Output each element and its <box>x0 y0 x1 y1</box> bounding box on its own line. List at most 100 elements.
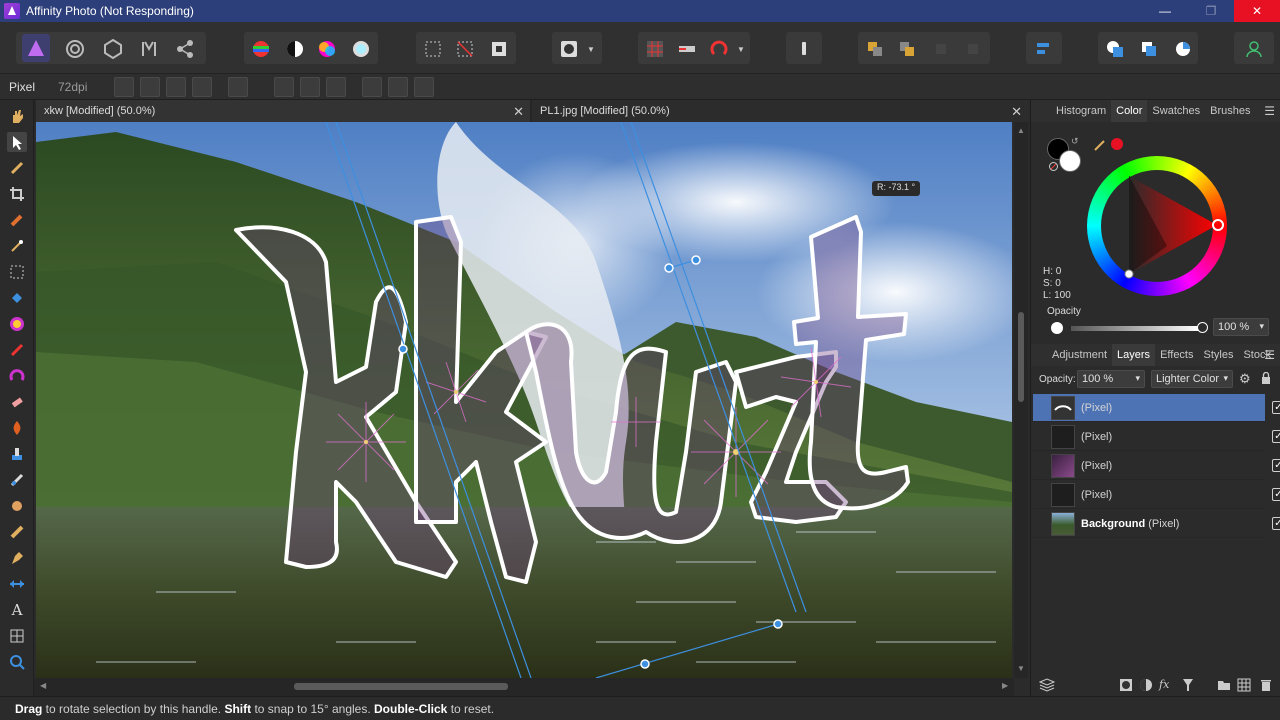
layers-stack-icon[interactable] <box>1038 678 1056 692</box>
scroll-thumb[interactable] <box>1018 312 1024 402</box>
add-boolean-icon[interactable] <box>1104 38 1126 60</box>
gradient-tool-icon[interactable] <box>7 314 27 334</box>
tab-color[interactable]: Color <box>1111 100 1148 122</box>
text-tool-icon[interactable]: A <box>7 600 27 620</box>
tab-effects[interactable]: Effects <box>1155 344 1198 366</box>
align-center-button[interactable] <box>300 77 320 97</box>
align-middle-button[interactable] <box>388 77 408 97</box>
scroll-left-arrow-icon[interactable]: ◀ <box>40 681 46 690</box>
assistant-icon[interactable] <box>793 38 815 60</box>
document-canvas[interactable]: R: -73.1 ° <box>36 122 1012 678</box>
user-account-icon[interactable] <box>1243 38 1265 60</box>
lock-icon[interactable] <box>1261 371 1271 387</box>
doc-tab-pl1[interactable]: PL1.jpg [Modified] (50.0%) ✕ <box>532 100 1028 122</box>
adjustment-icon[interactable] <box>1139 678 1153 692</box>
layer-row[interactable]: (Pixel) ✓ <box>1033 423 1280 451</box>
blend-mode-select[interactable]: Lighter Color ▾ <box>1151 370 1233 388</box>
eyedropper-icon[interactable] <box>1093 138 1107 155</box>
selection-handle[interactable] <box>773 619 783 629</box>
auto-white-balance-icon[interactable] <box>350 38 372 60</box>
opacity-field[interactable]: 100 % ▾ <box>1213 318 1269 336</box>
no-color-icon[interactable] <box>1049 162 1058 171</box>
doc-tab-xkw[interactable]: xkw [Modified] (50.0%) ✕ <box>36 100 530 122</box>
dodge-burn-tool-icon[interactable] <box>7 418 27 438</box>
scroll-up-arrow-icon[interactable]: ▲ <box>1017 126 1025 135</box>
layer-visibility-checkbox[interactable]: ✓ <box>1272 401 1280 414</box>
color-wheel[interactable] <box>1087 156 1227 296</box>
layer-visibility-checkbox[interactable]: ✓ <box>1272 488 1280 501</box>
maximize-button[interactable]: ❐ <box>1188 0 1234 22</box>
delete-layer-trash-icon[interactable] <box>1259 678 1273 692</box>
layer-visibility-checkbox[interactable]: ✓ <box>1272 459 1280 472</box>
subtract-boolean-icon[interactable] <box>1138 38 1160 60</box>
scroll-thumb[interactable] <box>294 683 508 690</box>
node-tool-icon[interactable] <box>7 574 27 594</box>
mesh-warp-tool-icon[interactable] <box>7 626 27 646</box>
transform-origin-button[interactable] <box>114 77 134 97</box>
quick-mask-icon[interactable] <box>558 38 580 60</box>
effects-fx-icon[interactable]: fx <box>1159 678 1173 692</box>
snapping-dropdown-icon[interactable]: ▼ <box>734 38 748 60</box>
layer-row[interactable]: (Pixel) ✓ <box>1033 452 1280 480</box>
live-filter-icon[interactable] <box>1181 678 1195 692</box>
panel-menu-icon[interactable]: ☰ <box>1264 104 1275 118</box>
tab-swatches[interactable]: Swatches <box>1147 100 1205 122</box>
develop-persona-icon[interactable] <box>102 38 124 60</box>
move-to-back-icon[interactable] <box>864 38 886 60</box>
snapping-icon[interactable] <box>708 38 730 60</box>
copy-transform-button[interactable] <box>192 77 212 97</box>
bounding-box-button[interactable] <box>228 77 248 97</box>
horizontal-scrollbar[interactable]: ◀ ▶ <box>34 678 1014 696</box>
color-picker-tool-icon[interactable] <box>7 158 27 178</box>
move-to-front-icon[interactable] <box>962 38 984 60</box>
auto-contrast-icon[interactable] <box>284 38 306 60</box>
close-tab-icon[interactable]: ✕ <box>1011 104 1022 120</box>
rotation-handle[interactable] <box>691 255 701 265</box>
vertical-scrollbar[interactable]: ▲ ▼ <box>1014 122 1028 678</box>
layer-opacity-field[interactable]: 100 % ▾ <box>1077 370 1145 388</box>
select-all-icon[interactable] <box>422 38 444 60</box>
deselect-icon[interactable] <box>454 38 476 60</box>
tone-mapping-persona-icon[interactable] <box>138 38 160 60</box>
crop-tool-icon[interactable] <box>7 184 27 204</box>
view-tool-icon[interactable] <box>7 106 27 126</box>
color-replacement-tool-icon[interactable] <box>7 366 27 386</box>
export-persona-icon[interactable] <box>174 38 196 60</box>
swap-colors-icon[interactable]: ↺ <box>1071 136 1079 147</box>
move-back-one-icon[interactable] <box>896 38 918 60</box>
move-forward-one-icon[interactable] <box>930 38 952 60</box>
add-pixel-layer-icon[interactable] <box>1237 678 1251 692</box>
erase-brush-tool-icon[interactable] <box>7 392 27 412</box>
auto-levels-icon[interactable] <box>250 38 272 60</box>
flood-fill-tool-icon[interactable] <box>7 288 27 308</box>
layer-visibility-checkbox[interactable]: ✓ <box>1272 430 1280 443</box>
tab-histogram[interactable]: Histogram <box>1051 100 1111 122</box>
tab-layers[interactable]: Layers <box>1112 344 1156 366</box>
invert-selection-icon[interactable] <box>488 38 510 60</box>
zoom-tool-icon[interactable] <box>7 652 27 672</box>
add-mask-icon[interactable] <box>1119 678 1133 692</box>
align-top-button[interactable] <box>362 77 382 97</box>
minimize-button[interactable]: — <box>1142 0 1188 22</box>
healing-brush-tool-icon[interactable] <box>7 470 27 490</box>
intersect-boolean-icon[interactable] <box>1172 38 1194 60</box>
layer-row[interactable]: (Pixel) ✓ <box>1033 394 1280 422</box>
quick-mask-dropdown-icon[interactable]: ▼ <box>584 38 598 60</box>
align-left-button[interactable] <box>274 77 294 97</box>
clone-brush-tool-icon[interactable] <box>7 444 27 464</box>
tab-brushes[interactable]: Brushes <box>1205 100 1255 122</box>
align-right-button[interactable] <box>326 77 346 97</box>
close-tab-icon[interactable]: ✕ <box>513 104 524 120</box>
tab-adjustment[interactable]: Adjustment <box>1047 344 1112 366</box>
layer-visibility-checkbox[interactable]: ✓ <box>1272 517 1280 530</box>
gear-icon[interactable]: ⚙ <box>1239 371 1251 387</box>
selection-handle[interactable] <box>398 344 408 354</box>
panel-menu-icon[interactable]: ☰ <box>1264 348 1275 362</box>
flood-select-tool-icon[interactable] <box>7 236 27 256</box>
transform-objects-button[interactable] <box>166 77 186 97</box>
color-triangle[interactable] <box>1087 156 1227 296</box>
close-button[interactable]: ✕ <box>1234 0 1280 22</box>
marquee-tool-icon[interactable] <box>7 262 27 282</box>
alignment-guides-icon[interactable] <box>676 38 698 60</box>
layer-row[interactable]: Background (Pixel) ✓ <box>1033 510 1280 538</box>
